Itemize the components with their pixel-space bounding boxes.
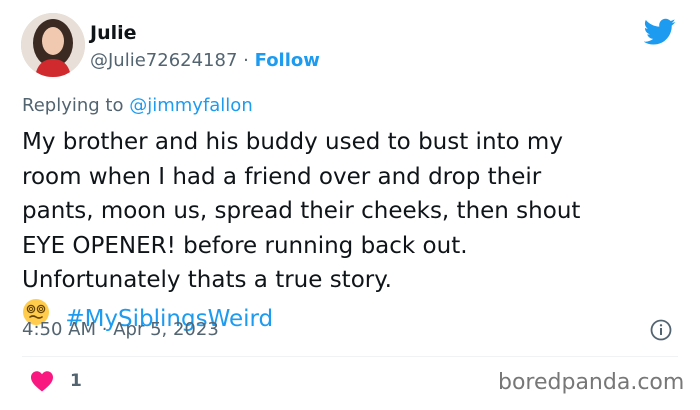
reply-prefix: Replying to — [22, 95, 124, 116]
tweet-line: My brother and his buddy used to bust in… — [22, 129, 563, 155]
separator: · — [101, 319, 108, 340]
watermark: boredpanda.com — [498, 370, 685, 395]
info-icon[interactable] — [650, 319, 672, 341]
tweet-meta: 4:50 AM · Apr 5, 2023 — [22, 319, 219, 340]
divider — [22, 356, 678, 357]
author-name[interactable]: Julie — [90, 22, 137, 44]
reply-context: Replying to @jimmyfallon — [22, 95, 253, 116]
tweet-date[interactable]: Apr 5, 2023 — [113, 319, 219, 340]
twitter-bird-icon[interactable] — [644, 18, 676, 46]
tweet-line: pants, moon us, spread their cheeks, the… — [22, 198, 581, 224]
like-action[interactable]: 1 — [30, 370, 82, 392]
author-handle[interactable]: @Julie72624187 — [90, 50, 237, 71]
tweet-line: Unfortunately thats a true story. — [22, 267, 392, 293]
tweet-time[interactable]: 4:50 AM — [22, 319, 96, 340]
separator: · — [243, 50, 249, 71]
avatar[interactable] — [21, 13, 85, 77]
like-count: 1 — [70, 371, 82, 391]
heart-icon[interactable] — [30, 370, 54, 392]
follow-button[interactable]: Follow — [255, 50, 320, 71]
tweet-text: My brother and his buddy used to bust in… — [22, 125, 682, 336]
tweet-line: room when I had a friend over and drop t… — [22, 163, 542, 190]
tweet-line: EYE OPENER! before running back out. — [22, 232, 468, 259]
reply-mention-link[interactable]: @jimmyfallon — [129, 95, 253, 116]
author-handle-row: @Julie72624187 · Follow — [90, 50, 320, 71]
